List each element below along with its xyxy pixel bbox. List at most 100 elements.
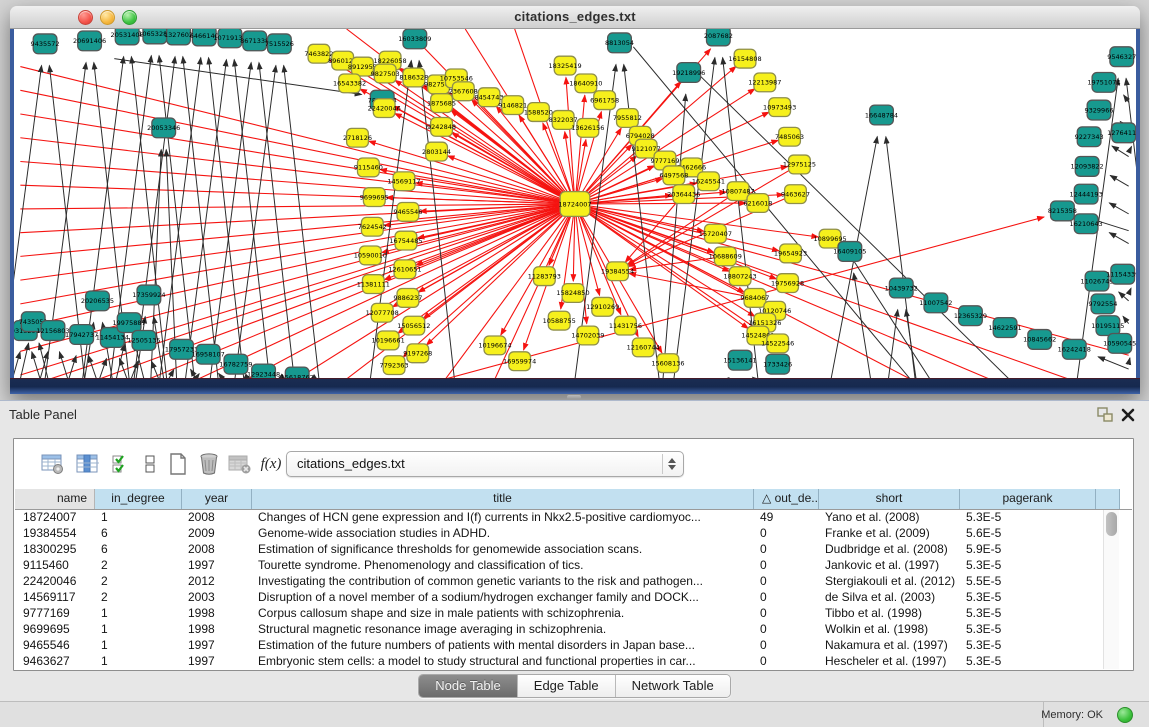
graph-node[interactable]: 2087682	[704, 29, 733, 46]
column-header-title[interactable]: title	[252, 489, 754, 509]
column-header-year[interactable]: year	[182, 489, 252, 509]
graph-node[interactable]: 7515526	[265, 34, 294, 54]
graph-node[interactable]: 9792554	[1088, 294, 1117, 314]
graph-node[interactable]: 9886237	[393, 289, 422, 308]
graph-node[interactable]: 11154339	[1106, 264, 1136, 284]
graph-node[interactable]: 15618762	[281, 367, 314, 378]
graph-node[interactable]: 18640910	[569, 74, 602, 93]
graph-node[interactable]: 12365329	[954, 306, 987, 326]
graph-node[interactable]: 8215358	[1048, 201, 1077, 221]
graph-node[interactable]: 10195115	[1091, 316, 1124, 336]
table-row[interactable]: 1872400712008Changes of HCN gene express…	[15, 510, 1132, 526]
graph-node[interactable]: 6497568	[659, 166, 688, 185]
graph-node[interactable]: 18724007	[558, 192, 591, 217]
graph-node[interactable]: 9242848	[427, 117, 456, 136]
graph-node[interactable]: 19751074	[1087, 73, 1120, 93]
graph-node[interactable]: 16754485	[389, 231, 422, 250]
delete-table-icon[interactable]	[226, 450, 254, 478]
column-header-short[interactable]: short	[819, 489, 960, 509]
graph-node[interactable]: 10590545	[1103, 334, 1136, 354]
graph-node[interactable]: 10588755	[543, 311, 576, 330]
graph-node[interactable]: 20053346	[147, 118, 180, 138]
table-row[interactable]: 1830029562008Estimation of significance …	[15, 542, 1132, 558]
graph-node[interactable]: 6216018	[743, 194, 772, 213]
graph-node[interactable]: 16409105	[833, 242, 866, 262]
tab-edge-table[interactable]: Edge Table	[518, 675, 616, 697]
graph-node[interactable]: 6961758	[590, 91, 619, 110]
graph-node[interactable]: 9435572	[31, 34, 60, 54]
column-header-in_degree[interactable]: in_degree	[95, 489, 182, 509]
float-panel-icon[interactable]	[1095, 406, 1115, 424]
create-column-icon[interactable]	[164, 450, 192, 478]
graph-node[interactable]: 14702039	[571, 326, 604, 345]
graph-node[interactable]: 10845662	[1023, 330, 1056, 350]
graph-node[interactable]: 9827503	[371, 64, 400, 83]
graph-node[interactable]: 1733426	[763, 354, 792, 374]
graph-node[interactable]: 9699695	[360, 188, 389, 207]
graph-node[interactable]: 16959974	[503, 352, 536, 371]
graph-node[interactable]: 9146821	[498, 96, 527, 115]
graph-node[interactable]: 9227343	[1075, 127, 1104, 147]
table-row[interactable]: 1456911722003Disruption of a novel membe…	[15, 590, 1132, 606]
graph-node[interactable]: 1327602	[164, 29, 193, 45]
graph-node[interactable]: 2718126	[343, 128, 372, 147]
graph-node[interactable]: 15720407	[699, 224, 732, 243]
graph-node[interactable]: 9463627	[781, 185, 810, 204]
graph-node[interactable]: 9329966	[1084, 100, 1113, 120]
graph-node[interactable]: 2803144	[422, 142, 451, 161]
close-panel-icon[interactable]	[1119, 406, 1139, 424]
table-row[interactable]: 969969511998Structural magnetic resonanc…	[15, 622, 1132, 638]
column-header-out_de[interactable]: △ out_de...	[754, 489, 819, 509]
graph-node[interactable]: 10973493	[763, 98, 796, 117]
graph-node[interactable]: 10439732	[885, 278, 918, 298]
memory-status-icon[interactable]	[1117, 707, 1133, 723]
graph-node[interactable]: 15136141	[724, 350, 757, 370]
window-titlebar[interactable]: citations_edges.txt	[10, 6, 1140, 29]
graph-node[interactable]: 7485063	[775, 127, 804, 146]
network-canvas[interactable]: 9435572206914062053140810653287132760264…	[14, 29, 1136, 378]
table-select[interactable]: citations_edges.txt	[286, 451, 684, 477]
graph-node[interactable]: 16210643	[1070, 214, 1103, 234]
graph-node[interactable]: 18325419	[549, 56, 582, 75]
graph-node[interactable]: 9115460	[354, 158, 383, 177]
select-columns-icon[interactable]	[108, 450, 136, 478]
graph-node[interactable]: 12444193	[1070, 184, 1103, 204]
graph-node[interactable]: 16154808	[728, 49, 761, 68]
graph-node[interactable]: 12213987	[748, 73, 781, 92]
graph-node[interactable]: 12923448	[247, 364, 280, 378]
graph-node[interactable]: 12505135	[127, 331, 160, 351]
graph-node[interactable]: 14622591	[988, 318, 1021, 338]
table-row[interactable]: 1938455462009Genome-wide association stu…	[15, 526, 1132, 542]
graph-node[interactable]: 7955812	[613, 109, 642, 128]
table-row[interactable]: 946554611997Estimation of the future num…	[15, 638, 1132, 654]
table-row[interactable]: 911546021997Tourette syndrome. Phenomeno…	[15, 558, 1132, 574]
graph-node[interactable]: 7792363	[380, 356, 409, 375]
graph-node[interactable]: 17942737	[65, 325, 98, 345]
tab-network-table[interactable]: Network Table	[616, 675, 730, 697]
graph-node[interactable]: 20206535	[81, 291, 114, 311]
graph-node[interactable]: 10196674	[478, 336, 511, 355]
graph-node[interactable]: 16033809	[398, 29, 431, 49]
table-row[interactable]: 2242004622012Investigating the contribut…	[15, 574, 1132, 590]
graph-node[interactable]: 16648784	[865, 105, 898, 125]
graph-node[interactable]: 19218996	[672, 63, 705, 83]
column-header-name[interactable]: name	[17, 489, 95, 509]
graph-node[interactable]: 11381111	[357, 275, 390, 294]
function-builder-icon[interactable]: f(x)	[257, 450, 285, 478]
scrollbar-thumb[interactable]	[1106, 512, 1117, 536]
graph-node[interactable]: 1875685	[427, 94, 456, 113]
table-row[interactable]: 977716911998Corpus callosum shape and si…	[15, 606, 1132, 622]
graph-node[interactable]: 9197268	[403, 344, 432, 363]
table-row[interactable]: 946362711997Embryonic stem cells: a mode…	[15, 654, 1132, 669]
graph-node[interactable]: 12093822	[1071, 157, 1104, 177]
graph-node[interactable]: 11431756	[609, 316, 642, 335]
graph-node[interactable]: 12910269	[586, 297, 619, 316]
column-header-pagerank[interactable]: pagerank	[960, 489, 1096, 509]
show-columns-icon[interactable]	[73, 450, 101, 478]
graph-node[interactable]: 7624542	[358, 217, 387, 236]
graph-node[interactable]: 16242418	[1058, 339, 1091, 359]
graph-node[interactable]: 8813054	[605, 33, 634, 53]
graph-node[interactable]: 19975887	[113, 313, 146, 333]
delete-column-icon[interactable]	[195, 450, 223, 478]
graph-node[interactable]: 11007542	[919, 293, 952, 313]
